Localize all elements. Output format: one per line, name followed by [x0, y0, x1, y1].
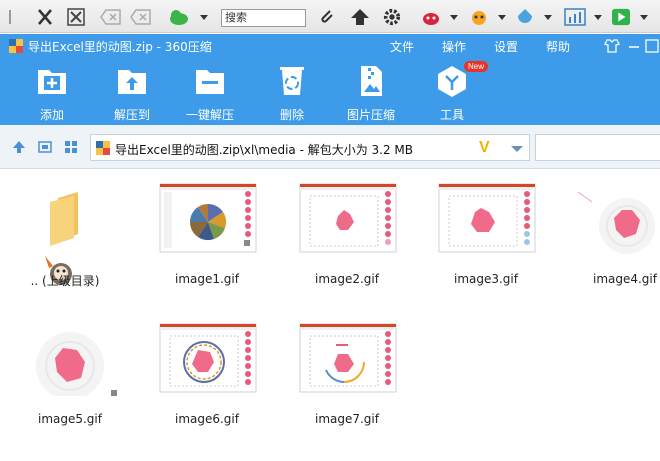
- gif-thumbnail: [36, 332, 117, 396]
- thumbnail-view-icon[interactable]: [64, 140, 78, 154]
- file-item-image6[interactable]: image6.gif: [152, 310, 262, 435]
- clear-all-icon[interactable]: [130, 8, 152, 26]
- window-titlebar: 导出Excel里的动图.zip - 360压缩 文件 操作 设置 帮助: [0, 34, 660, 58]
- cloud-icon[interactable]: [168, 8, 190, 26]
- add-button[interactable]: 添加: [7, 64, 97, 123]
- menu-file[interactable]: 文件: [390, 38, 414, 55]
- folder-icon: [50, 192, 78, 246]
- cut-icon[interactable]: [36, 8, 54, 26]
- system-toolbar: 搜索: [0, 0, 660, 33]
- close-box-icon[interactable]: [67, 8, 85, 26]
- detail-view-icon[interactable]: [38, 140, 52, 154]
- archive-path: 导出Excel里的动图.zip\xl\media - 解包大小为 3.2 MB: [115, 143, 414, 157]
- image-compress-button[interactable]: 图片压缩: [326, 64, 416, 123]
- search-field[interactable]: [535, 134, 660, 161]
- search-input[interactable]: 搜索: [221, 9, 306, 27]
- file-item-image2[interactable]: image2.gif: [292, 170, 402, 295]
- bug-icon[interactable]: [420, 8, 442, 26]
- clear-icon[interactable]: [100, 8, 122, 26]
- tools-label: 工具: [439, 108, 464, 122]
- one-click-extract-button[interactable]: 一键解压: [165, 64, 255, 123]
- tools-button[interactable]: New 工具: [407, 61, 497, 123]
- gif-thumbnail: [159, 323, 257, 393]
- file-item-image5[interactable]: image5.gif: [15, 310, 125, 435]
- path-field[interactable]: 导出Excel里的动图.zip\xl\media - 解包大小为 3.2 MB …: [90, 134, 530, 161]
- chevron-down-icon[interactable]: [450, 15, 458, 20]
- add-icon: [38, 70, 66, 94]
- app-zip-icon: [9, 39, 23, 53]
- v-logo-icon[interactable]: V: [479, 139, 490, 157]
- minimize-icon[interactable]: [625, 37, 643, 55]
- menu-help[interactable]: 帮助: [546, 38, 570, 55]
- file-name: .. (上级目录): [30, 274, 100, 288]
- attach-icon[interactable]: [318, 8, 336, 26]
- one-click-extract-icon: [196, 70, 224, 94]
- gif-thumbnail: [577, 191, 655, 254]
- gear-icon[interactable]: [382, 8, 402, 26]
- menu-operate[interactable]: 操作: [442, 38, 466, 55]
- menu-settings[interactable]: 设置: [494, 38, 518, 55]
- new-badge: New: [464, 61, 489, 72]
- shield-drop-icon[interactable]: [514, 8, 536, 26]
- extract-to-button[interactable]: 解压到: [87, 64, 177, 123]
- chevron-down-icon[interactable]: [594, 15, 602, 20]
- gif-thumbnail: [299, 183, 397, 253]
- file-item-image3[interactable]: image3.gif: [431, 170, 541, 295]
- file-item-image7[interactable]: image7.gif: [292, 310, 402, 435]
- file-item-image4[interactable]: image4.gif: [570, 170, 660, 295]
- upload-icon[interactable]: [350, 8, 370, 26]
- one-click-extract-label: 一键解压: [185, 108, 234, 122]
- file-name: image5.gif: [37, 412, 102, 426]
- file-name: image4.gif: [592, 272, 657, 286]
- maximize-icon[interactable]: [643, 37, 660, 55]
- image-zip-icon: [361, 66, 382, 96]
- chart-window-icon[interactable]: [564, 8, 586, 26]
- file-item-image1[interactable]: image1.gif: [152, 170, 262, 295]
- chevron-down-icon[interactable]: [640, 15, 648, 20]
- recycle-icon: [280, 67, 304, 95]
- address-bar: 导出Excel里的动图.zip\xl\media - 解包大小为 3.2 MB …: [0, 125, 660, 169]
- file-name: image1.gif: [174, 272, 239, 286]
- image-compress-label: 图片压缩: [346, 108, 395, 122]
- delete-button[interactable]: 删除: [247, 64, 337, 123]
- grip-icon: [9, 10, 11, 24]
- delete-label: 删除: [279, 108, 304, 122]
- file-item-parent[interactable]: .. (上级目录): [10, 170, 120, 295]
- gif-thumbnail: [159, 183, 257, 253]
- extract-folder-icon: [118, 70, 146, 94]
- chevron-down-icon[interactable]: [200, 15, 208, 20]
- add-label: 添加: [39, 108, 64, 122]
- file-name: image6.gif: [174, 412, 239, 426]
- chevron-down-icon[interactable]: [511, 146, 523, 152]
- mascot-icon[interactable]: [468, 8, 490, 26]
- skin-icon[interactable]: [603, 37, 621, 55]
- file-name: image7.gif: [314, 412, 379, 426]
- file-list: .. (上级目录) image1.gif image2.gif image3.g…: [0, 170, 660, 461]
- play-store-icon[interactable]: [610, 8, 632, 26]
- main-toolbar: 添加 解压到 一键解压 删除 图片压缩 New 工具: [0, 58, 660, 125]
- zip-file-icon: [96, 141, 110, 155]
- chevron-down-icon[interactable]: [498, 15, 506, 20]
- gif-thumbnail: [299, 323, 397, 393]
- window-title: 导出Excel里的动图.zip - 360压缩: [28, 40, 212, 54]
- gif-thumbnail: [438, 183, 536, 253]
- up-arrow-icon[interactable]: [12, 140, 26, 154]
- file-name: image2.gif: [314, 272, 379, 286]
- extract-to-label: 解压到: [113, 108, 150, 122]
- file-name: image3.gif: [453, 272, 518, 286]
- chevron-down-icon[interactable]: [544, 15, 552, 20]
